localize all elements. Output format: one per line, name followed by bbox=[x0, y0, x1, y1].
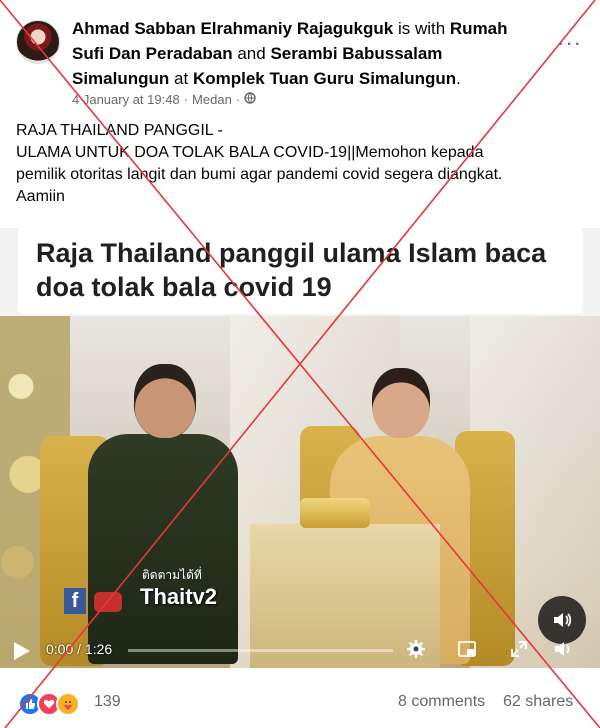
fullscreen-icon[interactable] bbox=[508, 639, 530, 661]
meta-separator: · bbox=[235, 92, 241, 107]
post-text-line: ULAMA UNTUK DOA TOLAK BALA COVID-19||Mem… bbox=[16, 144, 484, 161]
post-text-line: Aamiin bbox=[16, 188, 65, 205]
gold-offering-tray bbox=[300, 498, 370, 528]
picture-in-picture-icon[interactable] bbox=[456, 639, 478, 661]
post-text-line: RAJA THAILAND PANGGIL - bbox=[16, 122, 223, 139]
post-author-line: Ahmad Sabban Elrahmaniy Rajagukguk is wi… bbox=[72, 16, 542, 91]
comments-count[interactable]: 8 comments bbox=[398, 693, 485, 711]
youtube-icon bbox=[94, 592, 122, 612]
video-headline: Raja Thailand panggil ulama Islam baca d… bbox=[36, 238, 547, 302]
with-text: is with bbox=[397, 19, 446, 38]
post-text: RAJA THAILAND PANGGIL - ULAMA UNTUK DOA … bbox=[16, 120, 586, 208]
period: . bbox=[456, 69, 461, 88]
post-place[interactable]: Medan bbox=[192, 92, 232, 107]
video-post[interactable]: Raja Thailand panggil ulama Islam baca d… bbox=[0, 228, 600, 668]
location-tag[interactable]: Komplek Tuan Guru Simalungun bbox=[193, 69, 456, 88]
video-progress-bar[interactable] bbox=[128, 649, 393, 652]
channel-name: Thaitv2 bbox=[140, 584, 218, 609]
post-footer: 139 8 comments 62 shares bbox=[0, 680, 600, 728]
author-name[interactable]: Ahmad Sabban Elrahmaniy Rajagukguk bbox=[72, 19, 393, 38]
facebook-icon: f bbox=[64, 588, 86, 614]
post-text-line: pemilik otoritas langit dan bumi agar pa… bbox=[16, 166, 503, 183]
globe-icon bbox=[244, 92, 256, 107]
post-date[interactable]: 4 January at 19:48 bbox=[72, 92, 180, 107]
reaction-icons[interactable] bbox=[18, 692, 80, 716]
more-options-button[interactable]: ··· bbox=[557, 30, 582, 56]
video-headline-card: Raja Thailand panggil ulama Islam baca d… bbox=[18, 228, 583, 314]
at-text: at bbox=[174, 69, 189, 88]
shares-count[interactable]: 62 shares bbox=[503, 693, 573, 711]
and-text: and bbox=[237, 44, 266, 63]
video-frame[interactable]: ติดตามได้ที่ f Thaitv2 bbox=[0, 316, 600, 668]
video-controls: 0:00 / 1:26 bbox=[0, 632, 600, 668]
volume-icon[interactable] bbox=[552, 639, 574, 661]
gear-icon[interactable] bbox=[405, 639, 427, 661]
post-meta: 4 January at 19:48 · Medan · bbox=[72, 92, 256, 107]
channel-watermark: ติดตามได้ที่ f Thaitv2 bbox=[58, 566, 217, 618]
reaction-count[interactable]: 139 bbox=[94, 693, 121, 711]
play-icon[interactable] bbox=[14, 642, 30, 660]
avatar[interactable] bbox=[16, 20, 60, 64]
meta-separator: · bbox=[183, 92, 189, 107]
care-reaction-icon bbox=[56, 692, 80, 716]
watermark-thai-text: ติดตามได้ที่ bbox=[142, 568, 202, 582]
post-header: Ahmad Sabban Elrahmaniy Rajagukguk is wi… bbox=[0, 0, 600, 118]
video-time: 0:00 / 1:26 bbox=[46, 641, 113, 657]
